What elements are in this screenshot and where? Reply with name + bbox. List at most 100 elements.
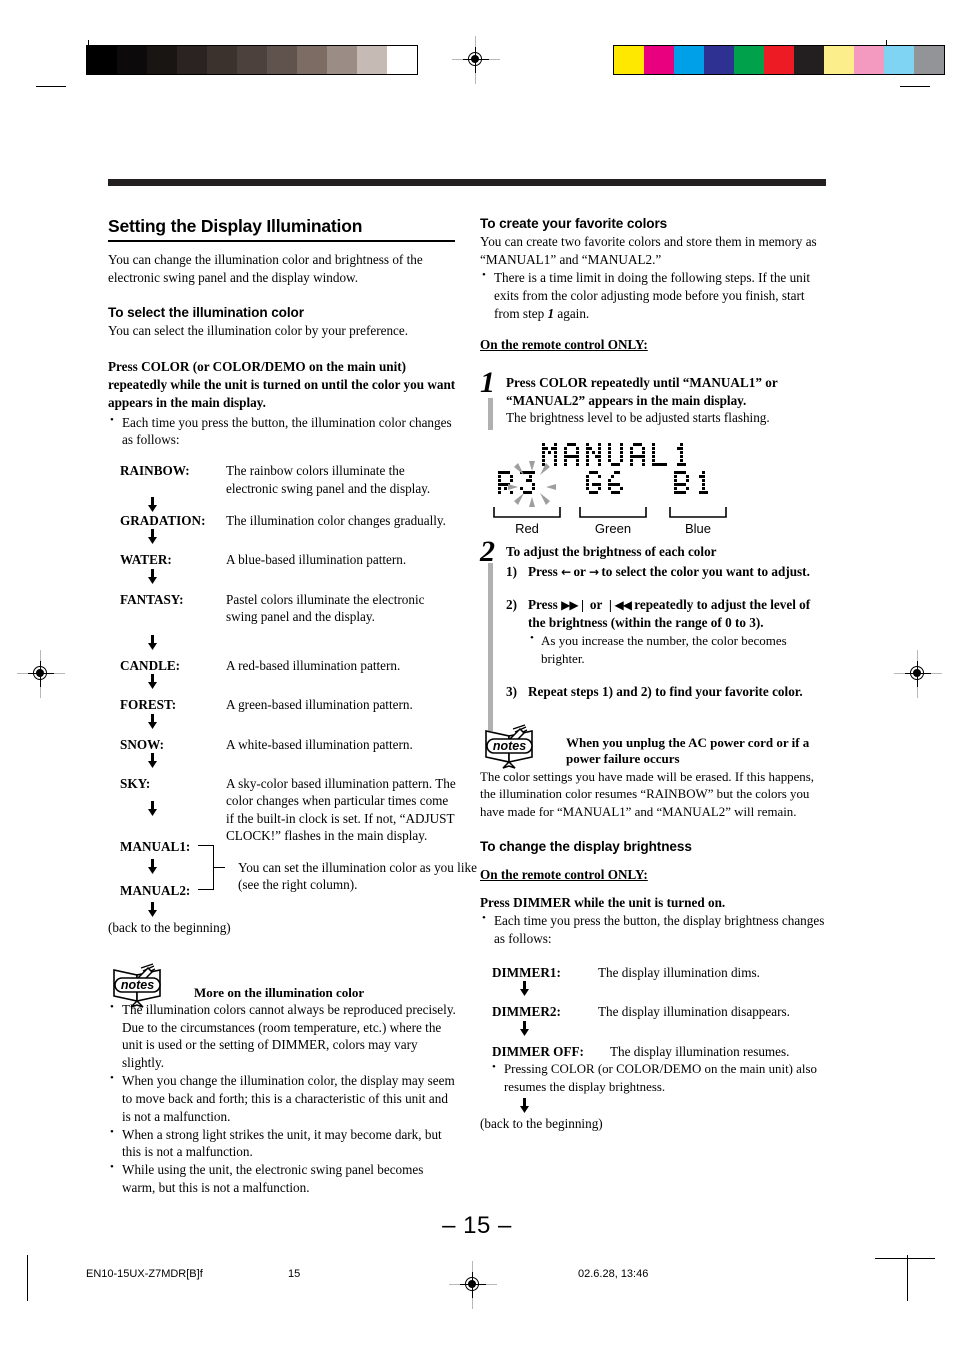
list-item: DIMMER OFF: The display illumination res… bbox=[492, 1043, 830, 1060]
substep-1-mid: or bbox=[570, 563, 589, 579]
registration-target-right bbox=[894, 650, 942, 698]
color-name: GRADATION: bbox=[120, 512, 206, 528]
gray-swatch-5 bbox=[237, 46, 267, 74]
gray-swatch-8 bbox=[327, 46, 357, 74]
manual-colors-description: You can set the illumination color as yo… bbox=[238, 859, 477, 893]
step-2-title: To adjust the brightness of each color bbox=[506, 544, 717, 560]
color-swatch-0 bbox=[614, 46, 644, 74]
color-name: WATER: bbox=[120, 552, 172, 568]
substep-2-mid: or bbox=[586, 597, 606, 613]
time-limit-text-part1: There is a time limit in doing the follo… bbox=[494, 269, 811, 321]
registration-target-footer bbox=[449, 1261, 497, 1309]
color-description: A green-based illumination pattern. bbox=[226, 697, 413, 713]
dimmer-instruction: Press DIMMER while the unit is turned on… bbox=[480, 895, 726, 911]
left-arrow-icon: ← bbox=[561, 564, 571, 579]
dimmer-description: The display illumination dims. bbox=[598, 964, 760, 980]
svg-text:notes: notes bbox=[493, 739, 526, 753]
color-swatch-10 bbox=[914, 46, 944, 74]
color-swatch-5 bbox=[764, 46, 794, 74]
color-swatch-2 bbox=[674, 46, 704, 74]
manual-colors-group: MANUAL1: MANUAL2: You can set the illumi… bbox=[120, 838, 477, 904]
color-swatch-4 bbox=[734, 46, 764, 74]
step-1-note: The brightness level to be adjusted star… bbox=[506, 410, 770, 426]
color-description: The rainbow colors illuminate the electr… bbox=[226, 463, 431, 496]
list-item: SNOW: A white-based illumination pattern… bbox=[120, 736, 458, 753]
gray-swatch-2 bbox=[147, 46, 177, 74]
gray-swatch-10 bbox=[387, 46, 417, 74]
down-arrow-icon bbox=[120, 529, 226, 545]
list-item: RAINBOW: The rainbow colors illuminate t… bbox=[120, 462, 458, 497]
gray-swatch-9 bbox=[357, 46, 387, 74]
substep-2-bullet-list: As you increase the number, the color be… bbox=[528, 631, 830, 667]
substep-1-post: to select the color you want to adjust. bbox=[598, 563, 810, 579]
color-swatch-3 bbox=[704, 46, 734, 74]
list-item: Each time you press the button, the disp… bbox=[480, 911, 830, 948]
color-description: A white-based illumination pattern. bbox=[226, 736, 413, 752]
dimmer-sequence-list: DIMMER1: The display illumination dims. … bbox=[480, 964, 830, 1132]
step-number: 1 bbox=[480, 366, 495, 400]
subsection-select-color-title: To select the illumination color bbox=[108, 304, 304, 320]
list-item: DIMMER2: The display illumination disapp… bbox=[492, 1003, 830, 1020]
back-to-beginning-label: (back to the beginning) bbox=[480, 1116, 603, 1132]
dimmer-name: DIMMER1: bbox=[492, 964, 561, 980]
substep-2-pre: Press bbox=[528, 597, 562, 613]
favorite-colors-bullet-list: There is a time limit in doing the follo… bbox=[480, 268, 830, 322]
list-item: The illumination colors cannot always be… bbox=[108, 1000, 458, 1072]
color-swatch-9 bbox=[884, 46, 914, 74]
color-name: CANDLE: bbox=[120, 657, 181, 673]
color-swatch-8 bbox=[854, 46, 884, 74]
fast-forward-icon: ▶▶❘ bbox=[561, 598, 587, 613]
down-arrow-icon bbox=[120, 713, 226, 729]
dimmer-bullet-list: Each time you press the button, the disp… bbox=[480, 911, 830, 948]
notes-icon: notes bbox=[480, 723, 542, 769]
color-name: RAINBOW: bbox=[120, 463, 190, 479]
down-arrow-icon bbox=[120, 858, 226, 874]
substep-1-pre: Press bbox=[528, 563, 562, 579]
gray-swatch-4 bbox=[207, 46, 237, 74]
remote-only-heading-1: On the remote control ONLY: bbox=[480, 337, 648, 353]
step-accent-bar bbox=[488, 398, 493, 431]
dimmer-description: The display illumination disappears. bbox=[598, 1004, 790, 1020]
notes-block-power: notes When you unplug the AC power cord … bbox=[480, 723, 830, 821]
crop-mark-top-left bbox=[36, 86, 66, 88]
list-item: As you increase the number, the color be… bbox=[528, 631, 830, 667]
grayscale-calibration-bar bbox=[86, 45, 418, 75]
list-item: GRADATION: The illumination color change… bbox=[120, 512, 458, 529]
color-swatch-1 bbox=[644, 46, 674, 74]
favorite-colors-intro: You can create two favorite colors and s… bbox=[480, 234, 817, 268]
substep-label: 3) bbox=[506, 684, 517, 700]
brace-top-segment bbox=[198, 844, 214, 846]
notes-block-illumination: notes More on the illumination color The… bbox=[108, 962, 458, 1197]
right-column: To create your favorite colors You can c… bbox=[480, 216, 830, 1132]
step-1: 1 Press COLOR repeatedly until “MANUAL1”… bbox=[480, 368, 830, 431]
list-item: WATER: A blue-based illumination pattern… bbox=[120, 551, 458, 568]
left-column: Setting the Display Illumination You can… bbox=[108, 216, 477, 1197]
color-swatch-7 bbox=[824, 46, 854, 74]
substep-3-text: Repeat steps 1) and 2) to find your favo… bbox=[528, 684, 803, 700]
gray-swatch-6 bbox=[267, 46, 297, 74]
gray-swatch-3 bbox=[177, 46, 207, 74]
page-number: – 15 – bbox=[442, 1212, 512, 1239]
down-arrow-icon bbox=[120, 752, 226, 768]
color-name: MANUAL1: bbox=[120, 838, 191, 854]
footer-tick-left bbox=[27, 1255, 29, 1301]
color-name: SNOW: bbox=[120, 736, 164, 752]
dimmer-name: DIMMER OFF: bbox=[492, 1043, 584, 1059]
list-item: FOREST: A green-based illumination patte… bbox=[120, 696, 458, 713]
list-item: DIMMER1: The display illumination dims. bbox=[492, 964, 830, 981]
down-arrow-icon bbox=[120, 496, 226, 512]
down-arrow-icon bbox=[492, 981, 598, 997]
step-2: 2 To adjust the brightness of each color… bbox=[480, 537, 830, 732]
gray-swatch-1 bbox=[117, 46, 147, 74]
list-item: While using the unit, the electronic swi… bbox=[108, 1160, 458, 1197]
rewind-icon: ❘◀◀ bbox=[605, 598, 631, 613]
down-arrow-icon bbox=[120, 634, 226, 650]
registration-target-top bbox=[452, 36, 500, 84]
down-arrow-icon bbox=[492, 1020, 598, 1036]
color-description: A red-based illumination pattern. bbox=[226, 657, 401, 673]
page-title: Setting the Display Illumination bbox=[108, 216, 363, 236]
footer-timestamp: 02.6.28, 13:46 bbox=[578, 1268, 649, 1280]
right-arrow-icon: → bbox=[588, 564, 599, 579]
svg-text:notes: notes bbox=[121, 978, 154, 992]
subsection-select-color-intro: You can select the illumination color by… bbox=[108, 323, 409, 339]
